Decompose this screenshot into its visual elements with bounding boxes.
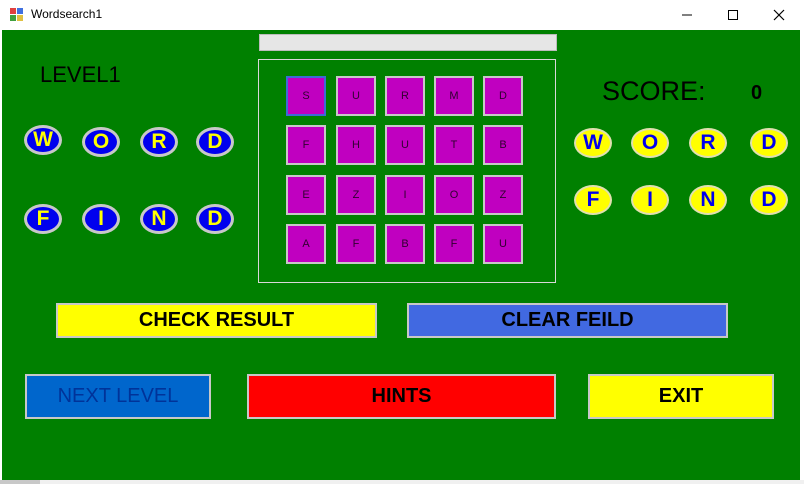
right-word-letter: D — [750, 185, 788, 215]
right-word-letter: N — [689, 185, 727, 215]
grid-cell[interactable]: T — [434, 125, 474, 165]
grid-cell[interactable]: O — [434, 175, 474, 215]
bottom-edge — [0, 480, 804, 484]
left-word-letter: D — [196, 204, 234, 234]
grid-cell[interactable]: F — [286, 125, 326, 165]
right-word-letter: F — [574, 185, 612, 215]
right-word-letter: D — [750, 128, 788, 158]
minimize-icon — [682, 14, 692, 16]
title-bar: Wordsearch1 — [0, 0, 804, 30]
right-word-letter: I — [631, 185, 669, 215]
check-result-button[interactable]: CHECK RESULT — [56, 303, 377, 338]
app-icon — [10, 8, 24, 22]
left-word-letter: I — [82, 204, 120, 234]
grid-cell[interactable]: F — [434, 224, 474, 264]
right-word-letter: R — [689, 128, 727, 158]
next-level-button[interactable]: NEXT LEVEL — [25, 374, 211, 419]
grid-cell[interactable]: U — [385, 125, 425, 165]
score-value: 0 — [751, 82, 763, 104]
grid-cell[interactable]: U — [336, 76, 376, 116]
progress-bar — [259, 34, 557, 51]
grid-cell[interactable]: R — [385, 76, 425, 116]
left-word-letter: W — [24, 125, 62, 155]
right-word-letter: O — [631, 128, 669, 158]
grid-cell[interactable]: S — [286, 76, 326, 116]
left-word-letter: F — [24, 204, 62, 234]
grid-cell[interactable]: U — [483, 224, 523, 264]
right-word-letter: W — [574, 128, 612, 158]
score-label: SCORE: — [602, 76, 706, 106]
grid-cell[interactable]: B — [483, 125, 523, 165]
close-button[interactable] — [756, 0, 802, 30]
grid-cell[interactable]: B — [385, 224, 425, 264]
left-word-letter: N — [140, 204, 178, 234]
left-word-letter: R — [140, 127, 178, 157]
grid-cell[interactable]: E — [286, 175, 326, 215]
hints-button[interactable]: HINTS — [247, 374, 556, 419]
grid-cell[interactable]: D — [483, 76, 523, 116]
grid-cell[interactable]: A — [286, 224, 326, 264]
level-label: LEVEL1 — [40, 62, 121, 87]
clear-field-button[interactable]: CLEAR FEILD — [407, 303, 728, 338]
window-title: Wordsearch1 — [31, 7, 103, 21]
left-word-letter: D — [196, 127, 234, 157]
grid-cell[interactable]: H — [336, 125, 376, 165]
grid-cell[interactable]: M — [434, 76, 474, 116]
grid-cell[interactable]: Z — [336, 175, 376, 215]
grid-cell[interactable]: Z — [483, 175, 523, 215]
close-icon — [773, 9, 785, 21]
maximize-icon — [728, 10, 738, 20]
exit-button[interactable]: EXIT — [588, 374, 774, 419]
minimize-button[interactable] — [664, 0, 710, 30]
left-word-letter: O — [82, 127, 120, 157]
app-window: Wordsearch1 LEVEL1 SCORE: 0 W O R D F I … — [0, 0, 804, 484]
maximize-button[interactable] — [710, 0, 756, 30]
game-area: LEVEL1 SCORE: 0 W O R D F I N D W O R D … — [2, 30, 800, 480]
grid-cell[interactable]: I — [385, 175, 425, 215]
grid-cell[interactable]: F — [336, 224, 376, 264]
